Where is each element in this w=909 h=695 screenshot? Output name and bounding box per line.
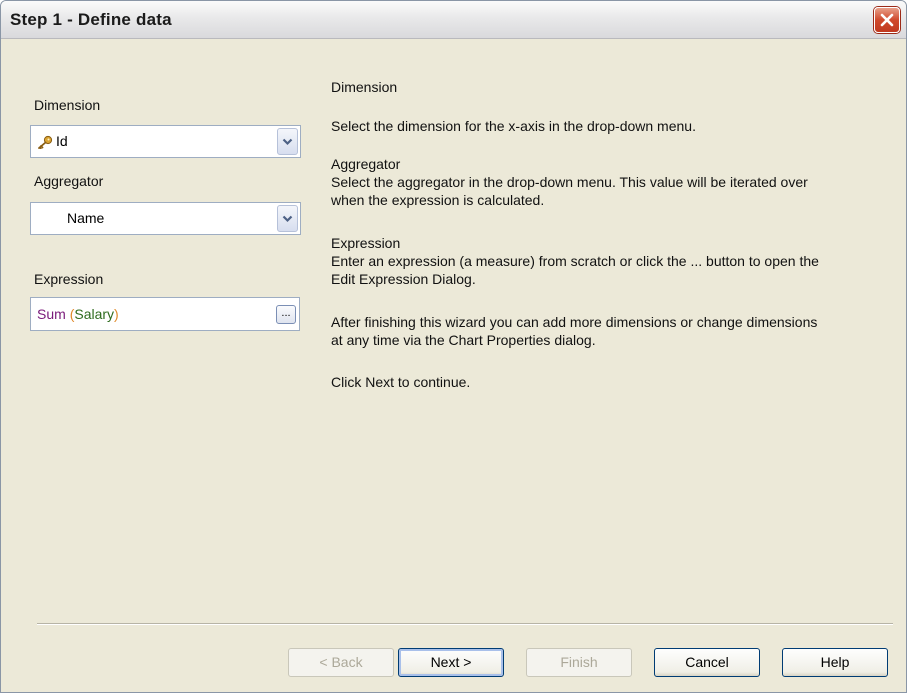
expression-close-paren: ): [114, 306, 119, 322]
next-button[interactable]: Next >: [398, 648, 504, 677]
button-separator: [37, 623, 893, 625]
help-dimension-text: Select the dimension for the x-axis in t…: [331, 118, 696, 134]
help-expression-heading: Expression: [331, 235, 401, 251]
cancel-button[interactable]: Cancel: [654, 648, 760, 677]
help-after-text-1: After finishing this wizard you can add …: [331, 314, 818, 330]
edit-expression-button[interactable]: ...: [276, 305, 296, 324]
close-icon: [880, 13, 894, 27]
back-button[interactable]: < Back: [288, 648, 394, 677]
dimension-value: Id: [56, 133, 68, 149]
aggregator-dropdown-button[interactable]: [277, 205, 298, 232]
help-expression-text-1: Enter an expression (a measure) from scr…: [331, 253, 819, 269]
dimension-dropdown-button[interactable]: [277, 128, 298, 155]
aggregator-label: Aggregator: [34, 173, 104, 189]
expression-label: Expression: [34, 271, 104, 287]
finish-button[interactable]: Finish: [526, 648, 632, 677]
close-button[interactable]: [874, 7, 900, 33]
title-bar: Step 1 - Define data: [1, 1, 906, 39]
help-next-text: Click Next to continue.: [331, 374, 471, 390]
chevron-down-icon: [282, 215, 293, 222]
dimension-dropdown[interactable]: Id: [30, 125, 301, 158]
wizard-dialog: Step 1 - Define data Dimension Id Aggreg…: [0, 0, 907, 693]
expression-field-name: Salary: [74, 306, 115, 322]
expression-text: Sum (Salary): [37, 306, 119, 322]
help-dimension-heading: Dimension: [331, 79, 398, 95]
aggregator-dropdown[interactable]: Name: [30, 202, 301, 235]
help-aggregator-text-1: Select the aggregator in the drop-down m…: [331, 174, 808, 190]
help-aggregator-text-2: when the expression is calculated.: [331, 192, 545, 208]
expression-field[interactable]: Sum (Salary) ...: [30, 297, 300, 331]
dialog-title: Step 1 - Define data: [10, 10, 172, 29]
help-button[interactable]: Help: [782, 648, 888, 677]
expression-function: Sum: [37, 306, 66, 322]
help-aggregator-heading: Aggregator: [331, 156, 401, 172]
aggregator-value: Name: [67, 210, 105, 226]
key-icon: [38, 135, 53, 149]
help-after-text-2: at any time via the Chart Properties dia…: [331, 332, 596, 348]
dimension-label: Dimension: [34, 97, 101, 113]
help-expression-text-2: Edit Expression Dialog.: [331, 271, 476, 287]
chevron-down-icon: [282, 138, 293, 145]
